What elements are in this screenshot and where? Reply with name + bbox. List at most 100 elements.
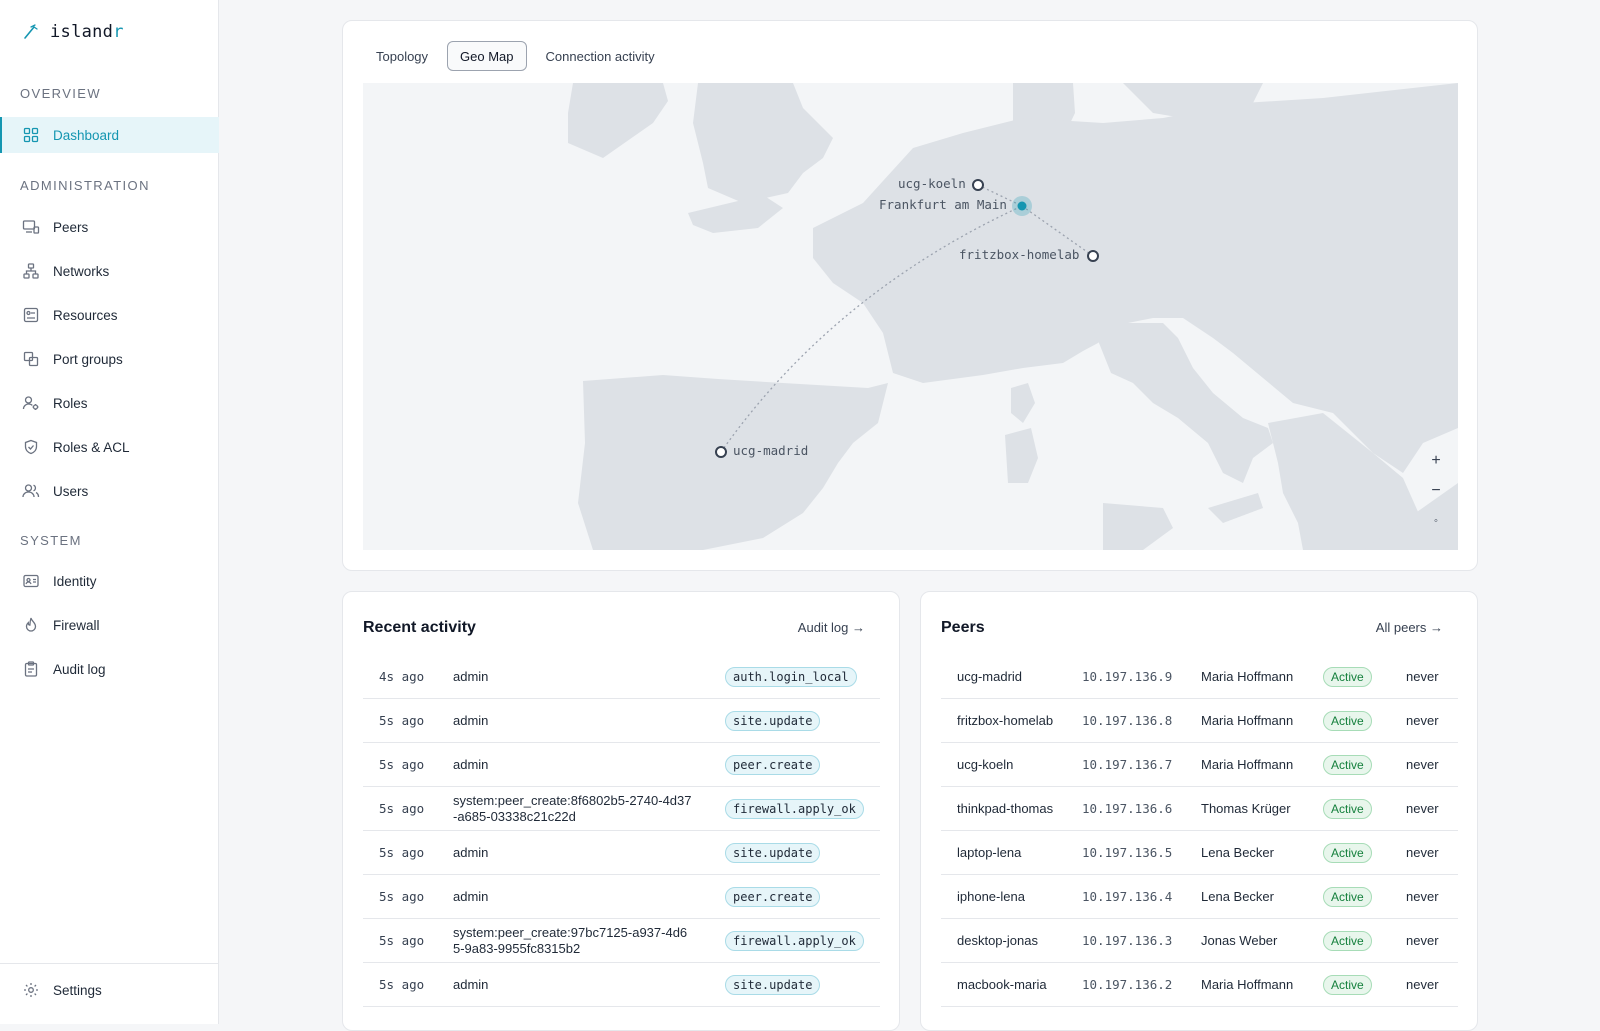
brand-logo[interactable]: islandr: [22, 20, 124, 44]
peer-row[interactable]: macbook-maria 10.197.136.2 Maria Hoffman…: [941, 963, 1458, 1007]
zoom-reset-button[interactable]: ◦: [1424, 509, 1448, 533]
peer-last-seen: never: [1406, 889, 1439, 904]
activity-row[interactable]: 5s ago admin site.update: [363, 699, 880, 743]
peer-last-seen: never: [1406, 757, 1439, 772]
sidebar-item-label: Port groups: [53, 351, 123, 367]
tab-topology[interactable]: Topology: [363, 41, 441, 71]
sidebar-item-resources[interactable]: Resources: [0, 297, 219, 333]
sidebar-item-port-groups[interactable]: Port groups: [0, 341, 219, 377]
peer-last-seen: never: [1406, 713, 1439, 728]
peers-card: Peers All peers → ucg-madrid 10.197.136.…: [920, 591, 1478, 1031]
flame-icon: [22, 616, 40, 634]
activity-row[interactable]: 5s ago admin peer.create: [363, 875, 880, 919]
sidebar-item-roles-acl[interactable]: Roles & ACL: [0, 429, 219, 465]
activity-time: 5s ago: [379, 933, 425, 948]
status-badge: Active: [1323, 831, 1372, 874]
peer-last-seen: never: [1406, 669, 1439, 684]
peer-last-seen: never: [1406, 933, 1439, 948]
roles-icon: [22, 394, 40, 412]
map-label-ucg-madrid[interactable]: ucg-madrid: [733, 443, 808, 458]
activity-time: 5s ago: [379, 889, 425, 904]
peer-row[interactable]: ucg-koeln 10.197.136.7 Maria Hoffmann Ac…: [941, 743, 1458, 787]
activity-time: 5s ago: [379, 801, 425, 816]
peer-name: ucg-madrid: [957, 668, 1023, 684]
peer-name: iphone-lena: [957, 888, 1025, 904]
peer-row[interactable]: ucg-madrid 10.197.136.9 Maria Hoffmann A…: [941, 655, 1458, 699]
peer-row[interactable]: thinkpad-thomas 10.197.136.6 Thomas Krüg…: [941, 787, 1458, 831]
peer-ip: 10.197.136.5: [1082, 845, 1173, 860]
peer-row[interactable]: desktop-jonas 10.197.136.3 Jonas Weber A…: [941, 919, 1458, 963]
peer-ip: 10.197.136.7: [1082, 757, 1173, 772]
sidebar-footer: Settings: [0, 963, 219, 1024]
tab-geo-map[interactable]: Geo Map: [447, 41, 527, 71]
section-title-administration: ADMINISTRATION: [20, 178, 150, 193]
tab-connection-activity[interactable]: Connection activity: [533, 41, 668, 71]
peer-ip: 10.197.136.6: [1082, 801, 1173, 816]
status-badge: Active: [1323, 743, 1372, 786]
peer-owner: Maria Hoffmann: [1201, 976, 1294, 992]
activity-actor: admin: [453, 712, 489, 728]
peer-name: thinkpad-thomas: [957, 800, 1054, 816]
activity-time: 5s ago: [379, 845, 425, 860]
activity-actor: system:peer_create:97bc7125-a937-4d65-9a…: [453, 924, 688, 956]
peer-ip: 10.197.136.4: [1082, 889, 1173, 904]
map-label-ucg-koeln[interactable]: ucg-koeln: [898, 176, 966, 191]
peer-name: ucg-koeln: [957, 756, 1014, 772]
zoom-out-button[interactable]: −: [1424, 479, 1448, 503]
all-peers-link[interactable]: All peers →: [1376, 620, 1443, 635]
sidebar-item-audit-log[interactable]: Audit log: [0, 651, 219, 687]
sidebar-item-label: Peers: [53, 219, 89, 235]
activity-actor: admin: [453, 976, 489, 992]
activity-actor: admin: [453, 756, 489, 772]
activity-row[interactable]: 5s ago admin site.update: [363, 963, 880, 1007]
users-icon: [22, 482, 40, 500]
peer-name: desktop-jonas: [957, 932, 1038, 948]
sidebar-item-networks[interactable]: Networks: [0, 253, 219, 289]
map-label-fritzbox-homelab[interactable]: fritzbox-homelab: [959, 247, 1079, 262]
peer-row[interactable]: iphone-lena 10.197.136.4 Lena Becker Act…: [941, 875, 1458, 919]
peers-icon: [22, 218, 40, 236]
audit-log-link[interactable]: Audit log →: [798, 620, 865, 635]
peer-owner: Thomas Krüger: [1201, 800, 1291, 816]
activity-row[interactable]: 5s ago system:peer_create:97bc7125-a937-…: [363, 919, 880, 963]
map-land-shapes: [568, 83, 1458, 550]
sidebar: islandr OVERVIEW Dashboard ADMINISTRATIO…: [0, 0, 219, 1024]
activity-event-badge: site.update: [725, 963, 821, 1006]
sidebar-item-label: Identity: [53, 573, 97, 589]
zoom-in-button[interactable]: +: [1424, 449, 1448, 473]
sidebar-item-roles[interactable]: Roles: [0, 385, 219, 421]
geo-map[interactable]: ucg-koeln Frankfurt am Main fritzbox-hom…: [363, 83, 1458, 550]
sidebar-item-label: Roles: [53, 395, 88, 411]
sidebar-item-identity[interactable]: Identity: [0, 563, 219, 599]
status-badge: Active: [1323, 919, 1372, 962]
map-label-frankfurt[interactable]: Frankfurt am Main: [879, 197, 1007, 212]
activity-time: 4s ago: [379, 669, 425, 684]
sidebar-item-label: Dashboard: [53, 127, 120, 143]
sidebar-item-dashboard[interactable]: Dashboard: [0, 117, 219, 153]
sidebar-item-label: Roles & ACL: [53, 439, 130, 455]
activity-event-badge: auth.login_local: [725, 655, 857, 698]
sidebar-item-users[interactable]: Users: [0, 473, 219, 509]
sidebar-item-peers[interactable]: Peers: [0, 209, 219, 245]
peer-ip: 10.197.136.2: [1082, 977, 1173, 992]
gear-icon: [22, 981, 40, 999]
peer-name: macbook-maria: [957, 976, 1047, 992]
activity-row[interactable]: 5s ago system:peer_create:8f6802b5-2740-…: [363, 787, 880, 831]
shield-icon: [22, 438, 40, 456]
sidebar-item-label: Resources: [53, 307, 118, 323]
peer-row[interactable]: laptop-lena 10.197.136.5 Lena Becker Act…: [941, 831, 1458, 875]
sidebar-item-settings[interactable]: Settings: [0, 972, 219, 1008]
peer-row[interactable]: fritzbox-homelab 10.197.136.8 Maria Hoff…: [941, 699, 1458, 743]
peer-last-seen: never: [1406, 845, 1439, 860]
peer-ip: 10.197.136.9: [1082, 669, 1173, 684]
activity-event-badge: firewall.apply_ok: [725, 787, 864, 830]
activity-event-badge: peer.create: [725, 875, 821, 918]
status-badge: Active: [1323, 787, 1372, 830]
activity-row[interactable]: 5s ago admin site.update: [363, 831, 880, 875]
activity-row[interactable]: 5s ago admin peer.create: [363, 743, 880, 787]
peer-name: laptop-lena: [957, 844, 1022, 860]
activity-row[interactable]: 4s ago admin auth.login_local: [363, 655, 880, 699]
map-card: Topology Geo Map Connection activity ucg…: [342, 20, 1478, 571]
sidebar-item-firewall[interactable]: Firewall: [0, 607, 219, 643]
peer-owner: Maria Hoffmann: [1201, 668, 1294, 684]
